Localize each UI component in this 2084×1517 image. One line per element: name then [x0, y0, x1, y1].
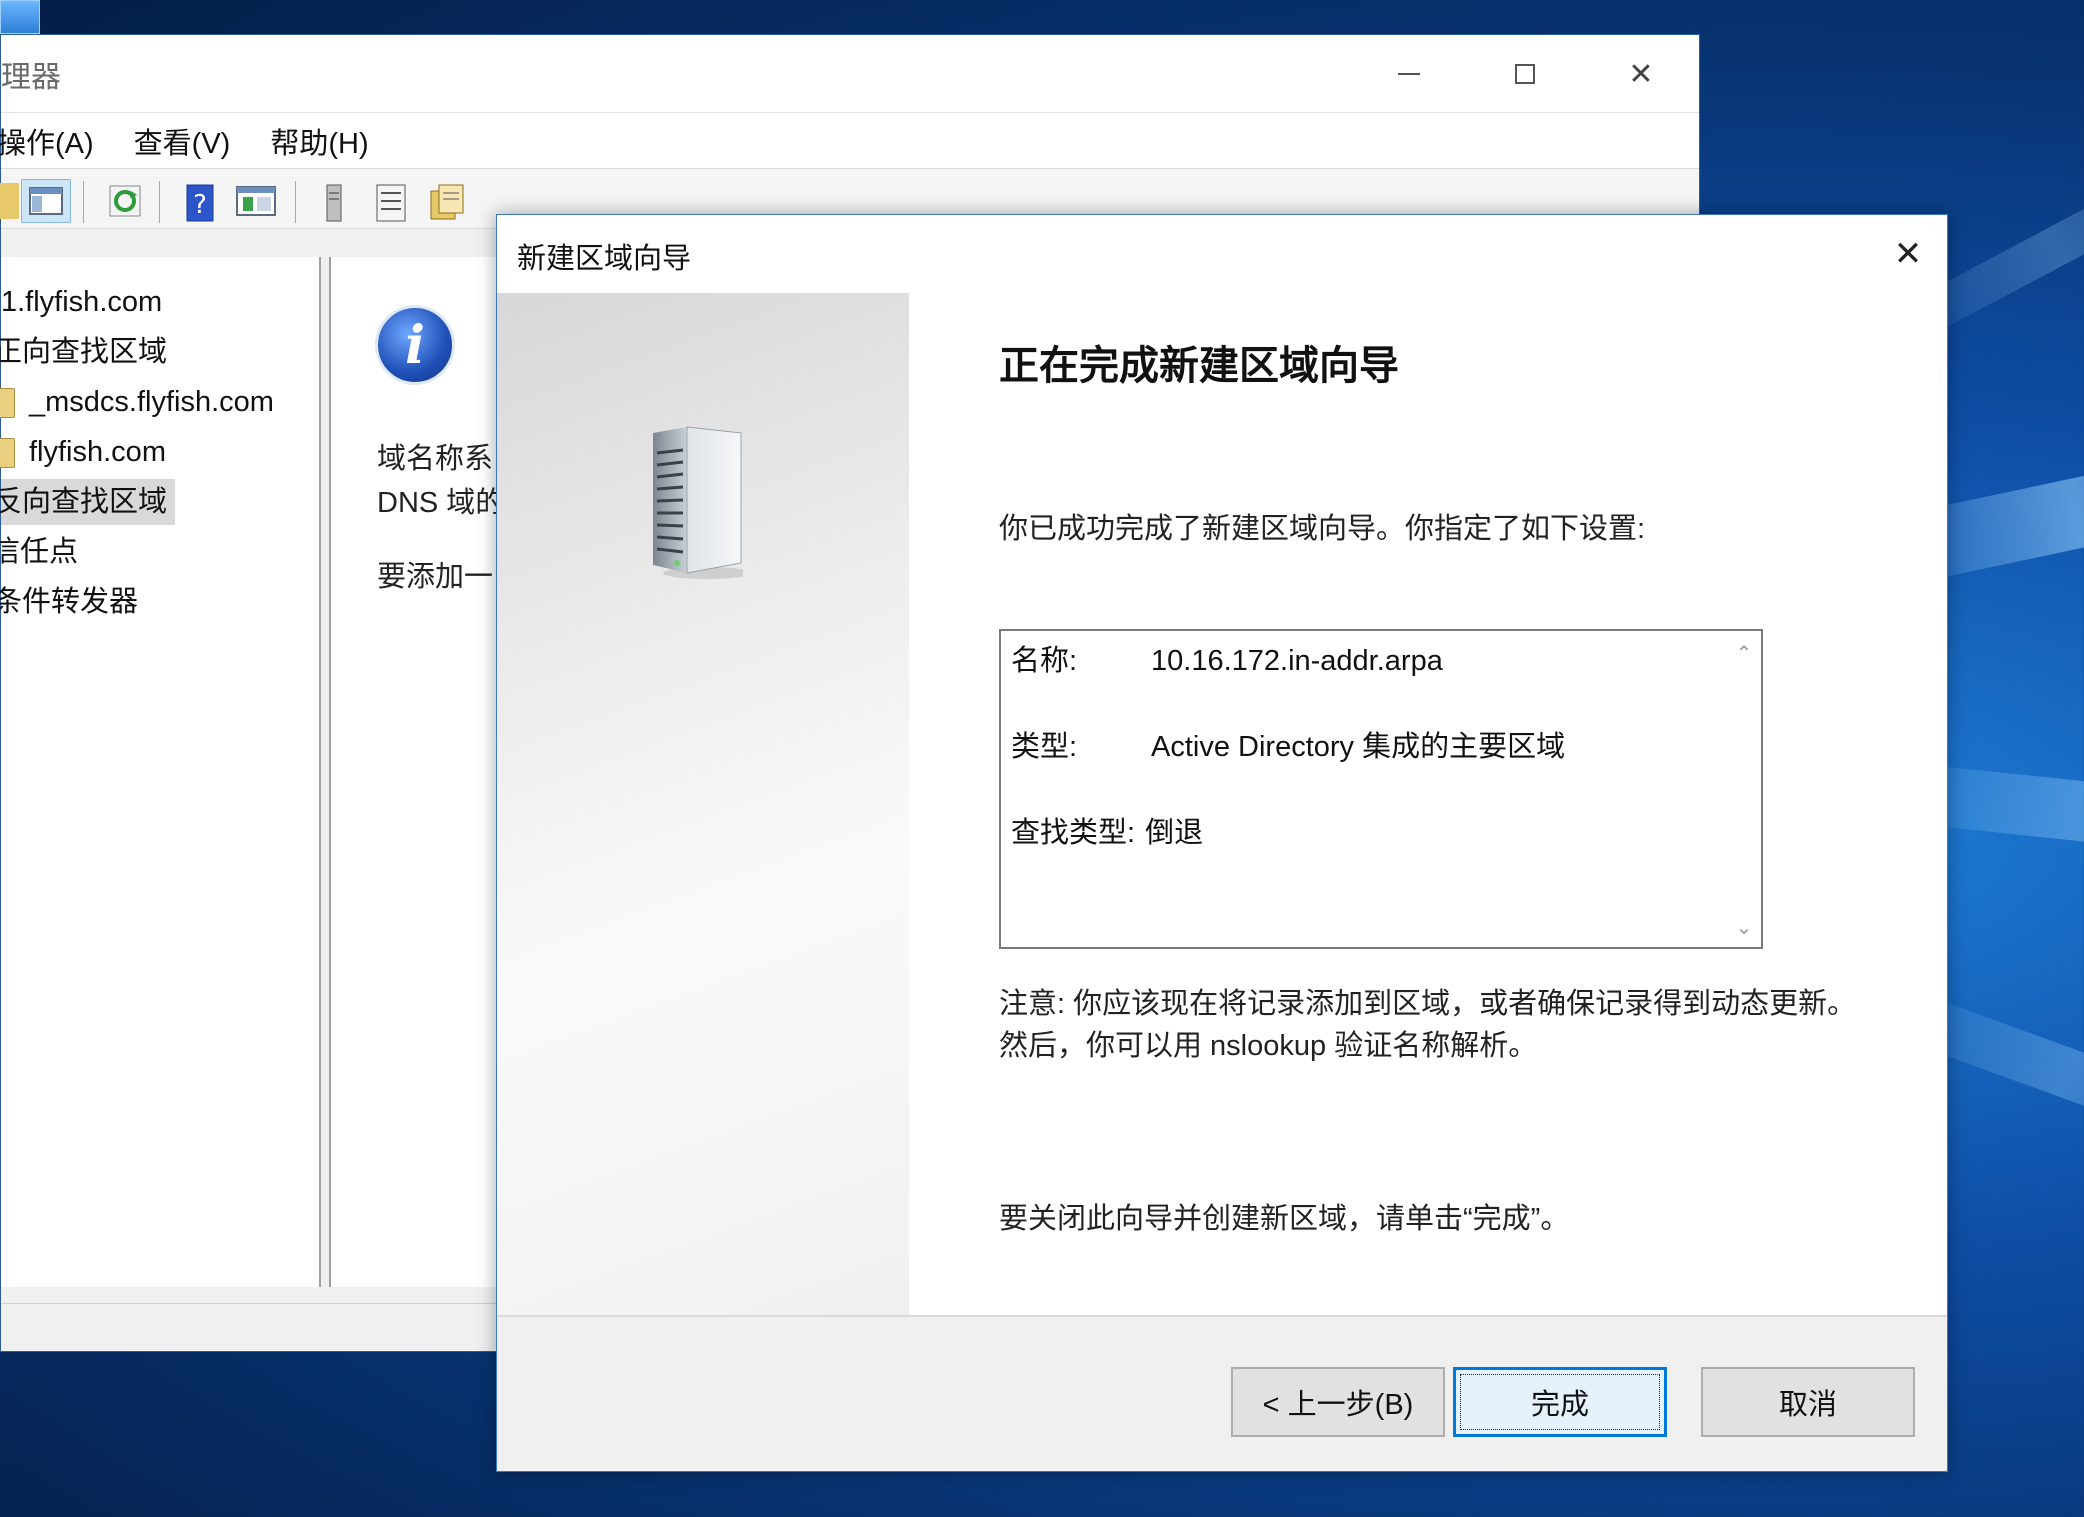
server-button[interactable] — [319, 183, 355, 222]
summary-lookup-row: 查找类型: 倒退 — [1011, 809, 1203, 851]
toolbar-separator — [83, 181, 84, 223]
summary-lookup-value: 倒退 — [1145, 817, 1204, 849]
info-icon: i — [375, 305, 455, 385]
folder-icon[interactable] — [0, 183, 19, 219]
properties-button[interactable] — [427, 183, 464, 220]
maximize-icon — [1515, 64, 1535, 84]
scroll-down-icon[interactable]: ⌄ — [1735, 918, 1753, 938]
tree-item-forward-zones[interactable]: 正向查找区域 — [0, 329, 168, 375]
summary-lookup-label: 查找类型: — [1011, 817, 1136, 849]
svg-text:?: ? — [193, 190, 207, 220]
back-button-label: < 上一步(B) — [1262, 1389, 1414, 1421]
window-title: 理器 — [1, 60, 61, 94]
tree-item-reverse-zones[interactable]: 反向查找区域 — [0, 479, 176, 525]
minimize-button[interactable] — [1351, 35, 1467, 113]
summary-scrollbar[interactable]: ⌃ ⌄ — [1727, 631, 1761, 947]
tree-item-trust-points[interactable]: 信任点 — [0, 529, 79, 575]
back-button[interactable]: < 上一步(B) — [1231, 1367, 1445, 1437]
maximize-button[interactable] — [1467, 35, 1583, 113]
show-hide-tree-button[interactable] — [21, 179, 71, 223]
list-button[interactable] — [373, 183, 409, 222]
refresh-icon — [109, 185, 141, 217]
tree-item-label: 信任点 — [0, 536, 79, 568]
wizard-finish-hint: 要关闭此向导并创建新区域，请单击“完成”。 — [999, 1203, 1570, 1235]
console-tree: 1.flyfish.com 正向查找区域 _msdcs.flyfish.com … — [0, 257, 321, 1287]
dialog-button-bar: < 上一步(B) 完成 取消 — [497, 1315, 1947, 1471]
list-icon — [376, 184, 406, 222]
menu-bar: 操作(A) 查看(V) 帮助(H) — [0, 113, 1699, 169]
cancel-button[interactable]: 取消 — [1701, 1367, 1915, 1437]
help-icon: ? — [186, 184, 214, 222]
tree-item-label: 1.flyfish.com — [1, 286, 163, 318]
close-button[interactable]: ✕ — [1583, 35, 1699, 113]
help-button[interactable]: ? — [183, 183, 219, 222]
wizard-intro-text: 你已成功完成了新建区域向导。你指定了如下设置: — [999, 513, 1646, 545]
toolbar-separator — [159, 181, 160, 223]
cancel-button-label: 取消 — [1778, 1389, 1837, 1421]
summary-type-row: 类型: Active Directory 集成的主要区域 — [1011, 723, 1565, 765]
tree-item-conditional-forwarders[interactable]: 条件转发器 — [0, 579, 139, 625]
tree-item-label: flyfish.com — [29, 436, 166, 468]
server-icon — [326, 184, 342, 222]
summary-name-label: 名称: — [1011, 645, 1078, 677]
settings-summary-box[interactable]: 名称: 10.16.172.in-addr.arpa 类型: Active Dire… — [999, 629, 1763, 949]
summary-name-value: 10.16.172.in-addr.arpa — [1151, 645, 1443, 677]
desktop-shortcut-icon[interactable] — [0, 0, 40, 34]
close-icon: ✕ — [1893, 235, 1923, 273]
scroll-up-icon[interactable]: ⌃ — [1735, 644, 1753, 664]
finish-button[interactable]: 完成 — [1453, 1367, 1667, 1437]
title-bar: 理器 ✕ — [1, 35, 1699, 113]
menu-action[interactable]: 操作(A) — [0, 120, 94, 162]
refresh-button[interactable] — [107, 183, 143, 219]
tree-item-msdcs[interactable]: _msdcs.flyfish.com — [0, 379, 274, 425]
dialog-title: 新建区域向导 — [517, 243, 692, 275]
console-tree-icon — [29, 187, 63, 215]
zone-icon — [0, 438, 15, 469]
properties-icon — [430, 184, 464, 220]
tree-item-label: _msdcs.flyfish.com — [29, 386, 274, 418]
server-tower-icon — [653, 426, 743, 579]
tree-item-flyfish[interactable]: flyfish.com — [0, 429, 166, 475]
tree-item-label: 正向查找区域 — [0, 336, 168, 368]
wizard-heading: 正在完成新建区域向导 — [999, 344, 1399, 388]
detail-text: 域名称系 — [377, 443, 494, 475]
wizard-note-text: 注意: 你应该现在将记录添加到区域，或者确保记录得到动态更新。然后，你可以用 n… — [999, 988, 1857, 1062]
tree-item-label: 反向查找区域 — [0, 486, 168, 518]
toolbar-separator — [295, 181, 296, 223]
close-icon: ✕ — [1628, 57, 1654, 91]
summary-type-label: 类型: — [1011, 731, 1078, 763]
menu-view[interactable]: 查看(V) — [134, 120, 231, 162]
tree-item-label: 条件转发器 — [0, 586, 139, 618]
detail-text: 要添加一 — [377, 561, 494, 593]
menu-help[interactable]: 帮助(H) — [270, 120, 368, 162]
summary-name-row: 名称: 10.16.172.in-addr.arpa — [1011, 637, 1443, 679]
dialog-close-button[interactable]: ✕ — [1885, 231, 1931, 277]
summary-type-value: Active Directory 集成的主要区域 — [1151, 731, 1566, 763]
window-view-icon — [236, 186, 276, 216]
dialog-title-bar: 新建区域向导 ✕ — [497, 215, 1947, 293]
view-button[interactable] — [235, 183, 276, 219]
focus-rect — [1460, 1374, 1660, 1430]
minimize-icon — [1398, 73, 1420, 75]
zone-icon — [0, 388, 15, 419]
wizard-side-panel — [497, 293, 909, 1315]
tree-item-server[interactable]: 1.flyfish.com — [1, 279, 162, 325]
new-zone-wizard-dialog: 新建区域向导 ✕ 正在完成新建区域向导 你已成功完成了新建区域向导。你指定了如下… — [496, 214, 1948, 1472]
detail-text: DNS 域的 — [377, 487, 505, 519]
